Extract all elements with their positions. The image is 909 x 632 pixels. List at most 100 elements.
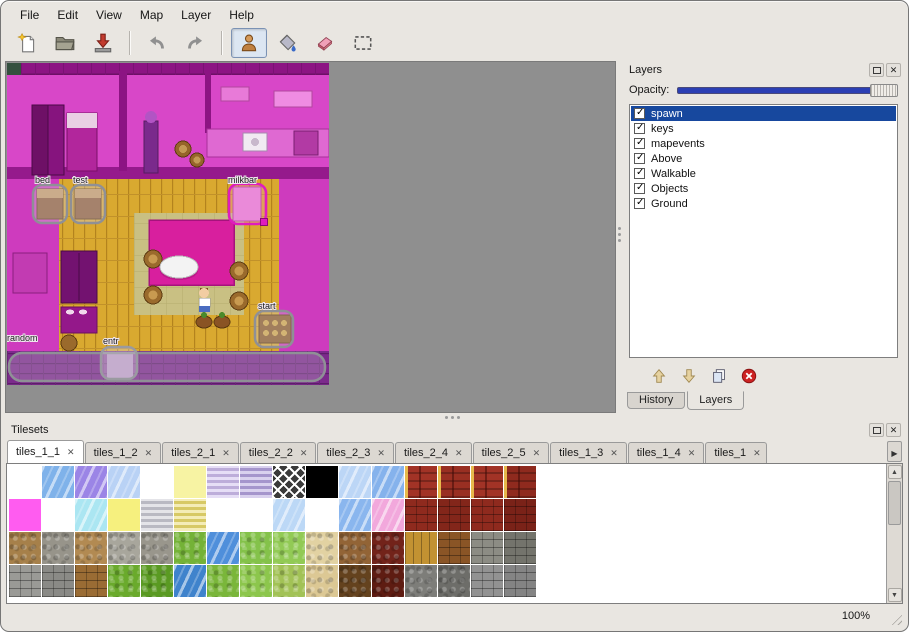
layer-visibility-checkbox[interactable] [634, 108, 645, 119]
layer-row-mapevents[interactable]: mapevents [631, 136, 896, 151]
tile[interactable] [471, 466, 503, 498]
tile[interactable] [141, 565, 173, 597]
tile[interactable] [207, 499, 239, 531]
menu-layer[interactable]: Layer [172, 6, 220, 24]
tile[interactable] [9, 565, 41, 597]
tile[interactable] [9, 466, 41, 498]
tile[interactable] [75, 466, 107, 498]
tileset-tab-tiles_1-truncated[interactable]: tiles_1 [705, 442, 767, 463]
tileset-vertical-scrollbar[interactable] [886, 464, 902, 603]
tile[interactable] [339, 565, 371, 597]
redo-button[interactable] [177, 28, 213, 58]
tile[interactable] [141, 532, 173, 564]
tilesets-float-button[interactable] [869, 423, 884, 437]
tile[interactable] [405, 466, 437, 498]
resize-grip[interactable] [889, 612, 902, 625]
map-canvas[interactable]: bed test milkbar start random entr [7, 63, 329, 385]
close-tab-icon[interactable] [67, 446, 75, 458]
tile[interactable] [306, 565, 338, 597]
map-object-entr[interactable] [101, 347, 137, 379]
scroll-down-button[interactable] [888, 588, 902, 602]
close-tab-icon[interactable] [377, 447, 385, 459]
tileset-tab-tiles_2_4[interactable]: tiles_2_4 [395, 442, 472, 463]
layer-row-objects[interactable]: Objects [631, 181, 896, 196]
tile[interactable] [174, 466, 206, 498]
tile[interactable] [273, 499, 305, 531]
tile[interactable] [306, 466, 338, 498]
duplicate-layer-button[interactable] [707, 364, 731, 388]
tile[interactable] [339, 532, 371, 564]
stamp-brush-button[interactable] [231, 28, 267, 58]
tile[interactable] [108, 565, 140, 597]
layer-visibility-checkbox[interactable] [634, 138, 645, 149]
layers-close-button[interactable] [886, 63, 901, 77]
tile[interactable] [108, 466, 140, 498]
scrollbar-thumb[interactable] [888, 481, 901, 525]
menu-file[interactable]: File [11, 6, 48, 24]
tile[interactable] [372, 565, 404, 597]
layer-row-keys[interactable]: keys [631, 121, 896, 136]
menu-edit[interactable]: Edit [48, 6, 87, 24]
tile[interactable] [471, 532, 503, 564]
tile[interactable] [438, 466, 470, 498]
tile[interactable] [471, 499, 503, 531]
tileset-tab-tiles_2_5[interactable]: tiles_2_5 [473, 442, 550, 463]
layer-visibility-checkbox[interactable] [634, 123, 645, 134]
tile[interactable] [273, 565, 305, 597]
eraser-button[interactable] [307, 28, 343, 58]
menu-help[interactable]: Help [220, 6, 263, 24]
close-tab-icon[interactable] [753, 447, 761, 459]
bucket-fill-button[interactable] [269, 28, 305, 58]
tile[interactable] [306, 499, 338, 531]
tile[interactable] [75, 565, 107, 597]
layer-row-ground[interactable]: Ground [631, 196, 896, 211]
tile[interactable] [240, 532, 272, 564]
tile[interactable] [9, 499, 41, 531]
tile[interactable] [372, 532, 404, 564]
tile[interactable] [207, 532, 239, 564]
tile[interactable] [240, 565, 272, 597]
layer-visibility-checkbox[interactable] [634, 153, 645, 164]
tile[interactable] [240, 466, 272, 498]
tile[interactable] [141, 499, 173, 531]
layer-row-above[interactable]: Above [631, 151, 896, 166]
tile[interactable] [75, 499, 107, 531]
tile[interactable] [405, 499, 437, 531]
tile[interactable] [108, 499, 140, 531]
tile[interactable] [405, 532, 437, 564]
tile[interactable] [438, 532, 470, 564]
layer-visibility-checkbox[interactable] [634, 198, 645, 209]
tile[interactable] [273, 466, 305, 498]
tile[interactable] [405, 565, 437, 597]
tile[interactable] [108, 532, 140, 564]
close-tab-icon[interactable] [145, 447, 153, 459]
tile[interactable] [504, 565, 536, 597]
map-object-test[interactable] [71, 185, 105, 223]
tile[interactable] [504, 466, 536, 498]
close-tab-icon[interactable] [222, 447, 230, 459]
layer-visibility-checkbox[interactable] [634, 168, 645, 179]
tile[interactable] [438, 499, 470, 531]
vertical-splitter[interactable] [616, 61, 623, 413]
tile[interactable] [42, 532, 74, 564]
tile[interactable] [42, 466, 74, 498]
tab-layers[interactable]: Layers [687, 391, 744, 410]
close-tab-icon[interactable] [300, 447, 308, 459]
tile[interactable] [504, 532, 536, 564]
tile[interactable] [174, 499, 206, 531]
tile[interactable] [240, 499, 272, 531]
tile[interactable] [339, 499, 371, 531]
tile[interactable] [42, 565, 74, 597]
menu-view[interactable]: View [87, 6, 131, 24]
save-button[interactable] [85, 28, 121, 58]
tilesets-close-button[interactable] [886, 423, 901, 437]
close-tab-icon[interactable] [688, 447, 696, 459]
map-object-selection-handle[interactable] [261, 219, 268, 226]
tab-scroll-right-button[interactable] [887, 441, 902, 462]
tile[interactable] [42, 499, 74, 531]
opacity-slider[interactable] [677, 84, 898, 97]
new-button[interactable] [9, 28, 45, 58]
close-tab-icon[interactable] [533, 447, 541, 459]
tile[interactable] [75, 532, 107, 564]
tile[interactable] [306, 532, 338, 564]
